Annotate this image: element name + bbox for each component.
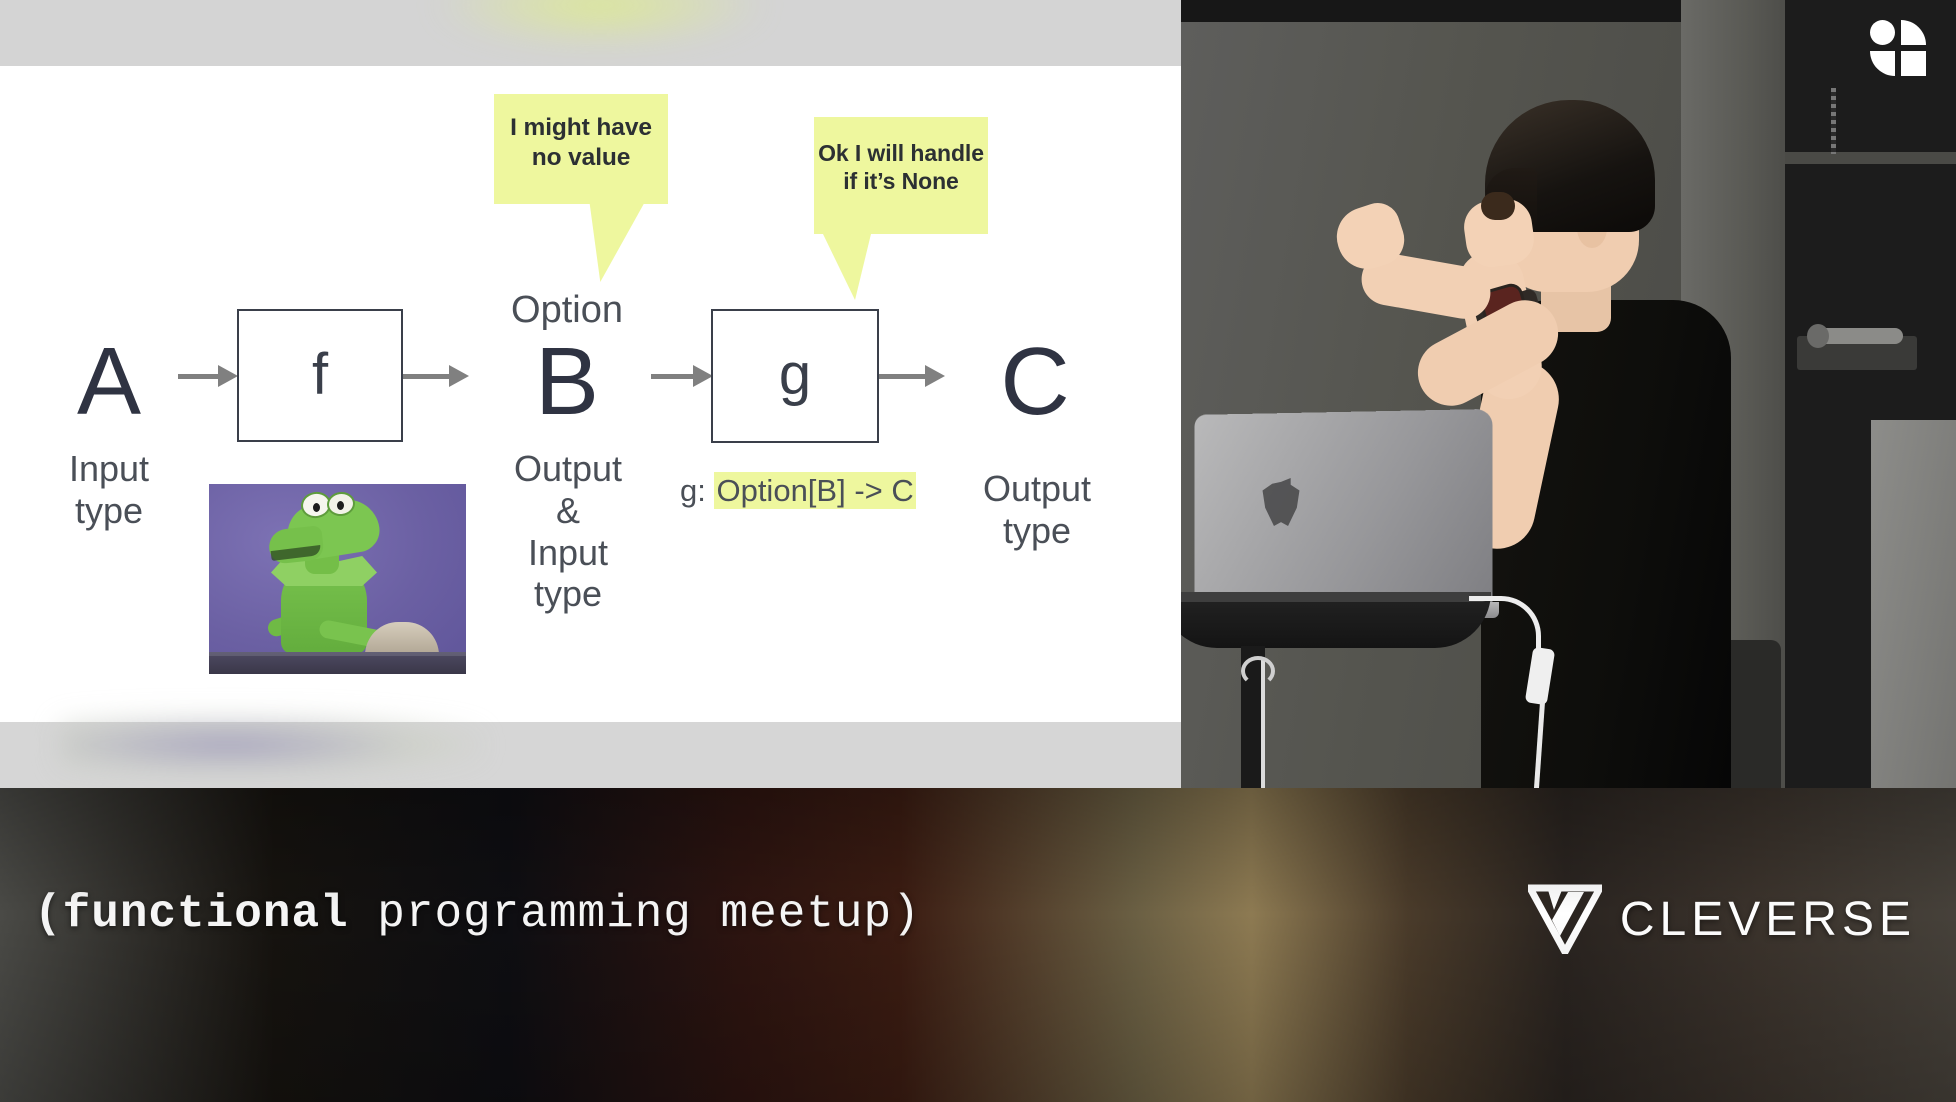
watermark-quadrant-bottom-right — [1901, 51, 1926, 76]
frog-right-pupil — [337, 501, 344, 510]
caption-output-type-line1: Output — [982, 468, 1092, 509]
caption-mid-line3: Input — [527, 531, 609, 573]
speech-bubble-option: I might have no value — [494, 94, 668, 282]
cleverse-logo-icon — [1523, 884, 1606, 960]
round-table — [1181, 592, 1491, 648]
speech-bubble-handler-tail — [822, 234, 886, 300]
caption-mid-line2: & — [555, 489, 580, 531]
arrow-b-to-g — [651, 365, 713, 387]
presentation-slide: I might have no value Ok I will handle i… — [0, 66, 1181, 722]
arrow-head — [693, 365, 713, 387]
frog-left-pupil — [313, 503, 320, 512]
handheld-microphone — [1481, 192, 1515, 220]
laptop-lid — [1194, 408, 1493, 614]
signature-highlighted: Option[B] -> C — [714, 472, 916, 509]
arrow-shaft — [651, 374, 695, 379]
speech-bubble-handler: Ok I will handle if it’s None — [814, 117, 988, 300]
quadrant-watermark-icon — [1870, 20, 1926, 76]
option-label: Option — [511, 289, 623, 331]
watermark-quadrant-top-left — [1870, 20, 1895, 45]
arrow-head — [218, 365, 238, 387]
arrow-head — [925, 365, 945, 387]
diagram-box-f-label: f — [311, 341, 329, 407]
arrow-head — [449, 365, 469, 387]
diagram-box-g-label: g — [778, 341, 812, 407]
diagram-box-f: f — [237, 309, 403, 442]
caption-mid-line4: type — [533, 573, 603, 615]
blurred-slide-above — [430, 0, 770, 50]
screen-share-region: I might have no value Ok I will handle i… — [0, 0, 1181, 788]
speaker — [1181, 0, 1956, 788]
watermark-quadrant-bottom-left — [1870, 51, 1895, 76]
blurred-slide-below — [60, 716, 480, 774]
caption-output-and-input-type: Output & Input type — [486, 448, 650, 615]
diagram-node-b: B — [534, 328, 600, 435]
diagram-node-a: A — [76, 328, 142, 435]
cleverse-wordmark: CLEVERSE — [1619, 892, 1916, 946]
slide-letterbox-bottom — [0, 716, 1181, 788]
arrow-f-to-b — [403, 365, 469, 387]
slide-letterbox-top — [0, 0, 1181, 66]
photo-desk — [209, 652, 466, 674]
arrow-g-to-c — [879, 365, 945, 387]
arrow-a-to-f — [178, 365, 238, 387]
arrow-shaft — [403, 374, 451, 379]
function-signature-annotation: g: Option[B] -> C — [680, 472, 916, 509]
arrow-shaft — [178, 374, 220, 379]
speech-bubble-handler-text: Ok I will handle if it’s None — [818, 140, 984, 195]
diagram-box-g: g — [711, 309, 879, 443]
caption-input-type-line2: type — [74, 489, 144, 531]
bottom-banner: (functional programming meetup) CLEVERSE — [0, 788, 1956, 1102]
caption-output-type-line2: type — [1002, 509, 1072, 551]
event-caption-bold: (functional — [34, 888, 349, 940]
arrow-shaft — [879, 374, 927, 379]
kermit-the-frog-photo — [209, 484, 466, 674]
diagram-node-c: C — [1000, 328, 1070, 435]
watermark-quadrant-top-right — [1901, 20, 1926, 45]
caption-input-type-line1: Input — [68, 448, 150, 489]
brand-lockup: CLEVERSE — [1523, 884, 1916, 960]
caption-input-type: Input type — [20, 448, 198, 532]
event-caption-rest: programming meetup) — [348, 888, 921, 940]
caption-mid-line1: Output — [513, 448, 623, 489]
event-caption: (functional programming meetup) — [34, 888, 921, 940]
screenshot-root: I might have no value Ok I will handle i… — [0, 0, 1956, 1102]
signature-prefix: g: — [680, 473, 715, 508]
speech-bubble-option-text: I might have no value — [510, 114, 652, 171]
cable-loop — [1241, 656, 1275, 686]
webcam-video-region — [1181, 0, 1956, 788]
caption-output-type: Output type — [948, 468, 1126, 552]
speech-bubble-option-tail — [570, 204, 644, 282]
